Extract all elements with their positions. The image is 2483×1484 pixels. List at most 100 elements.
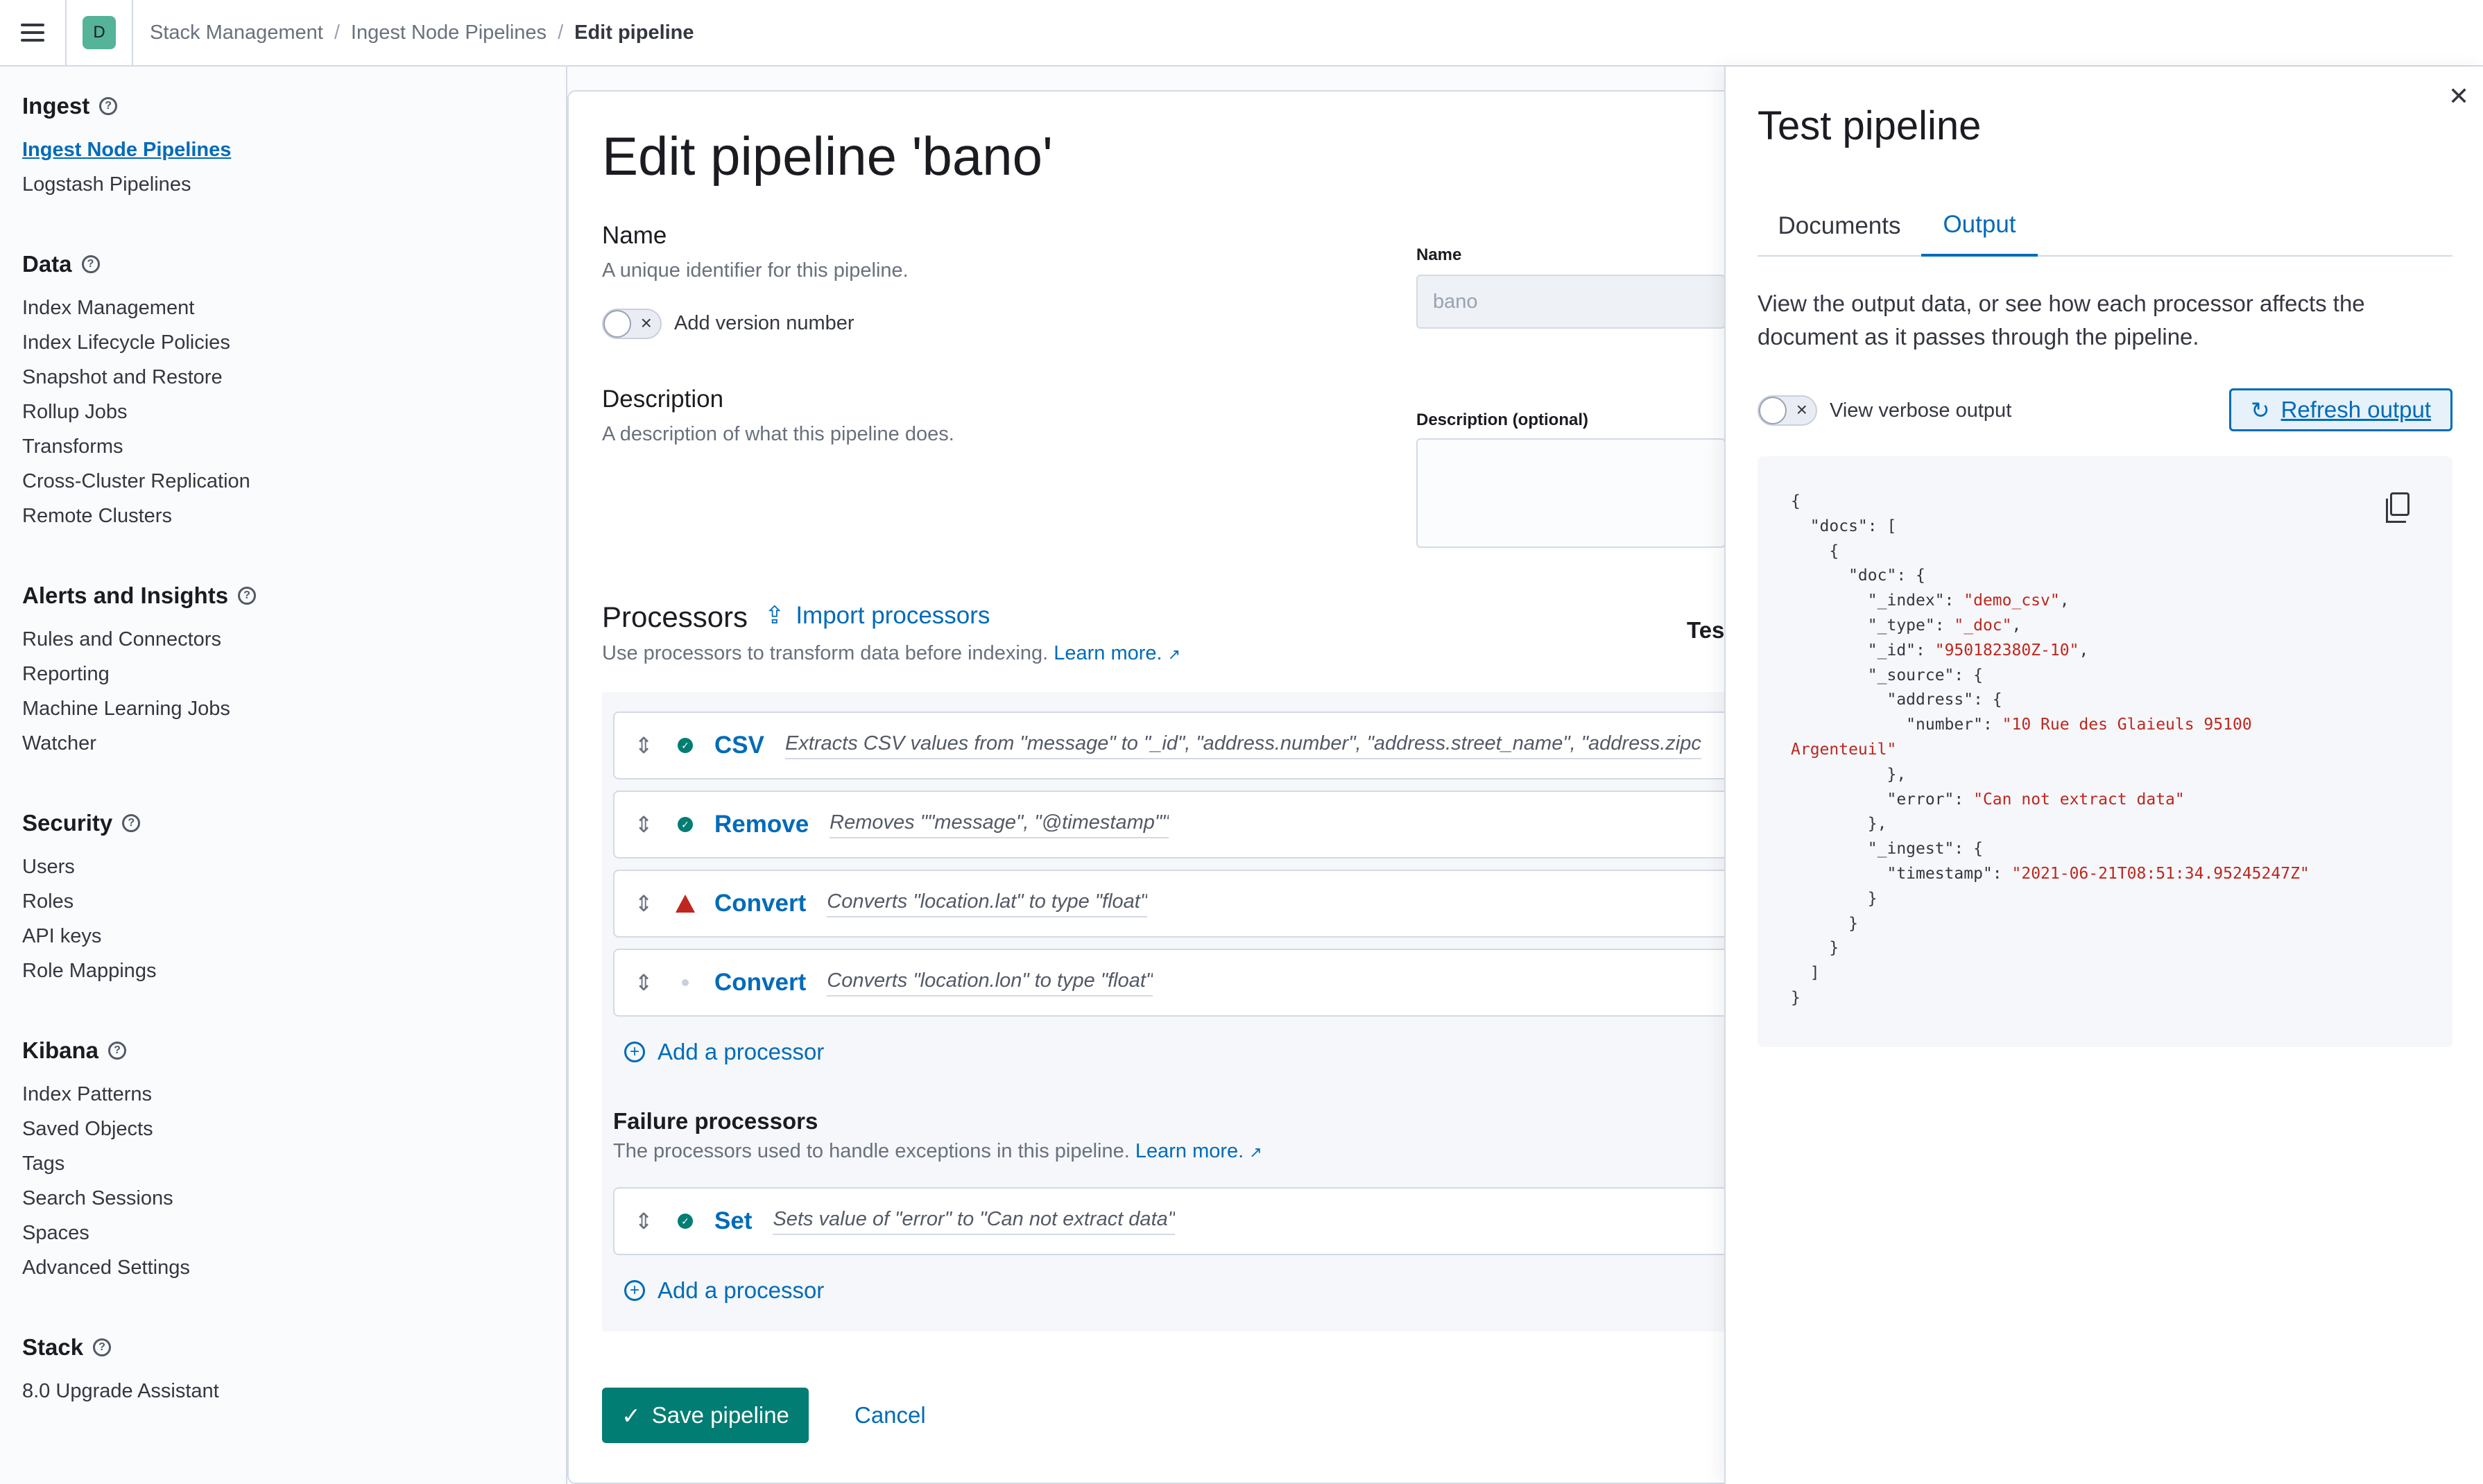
sidebar-item-spaces[interactable]: Spaces (22, 1222, 89, 1245)
space-selector[interactable]: D (67, 0, 133, 66)
toggle-off-icon: × (1796, 399, 1807, 420)
sidebar-item-roles[interactable]: Roles (22, 890, 74, 913)
tab-documents[interactable]: Documents (1758, 196, 1921, 257)
status-ok-icon: ✓ (673, 817, 698, 832)
sidebar-section-alerts-and-insights: Alerts and Insights? (22, 583, 257, 609)
help-icon[interactable]: ? (99, 97, 118, 115)
help-icon[interactable]: ? (122, 814, 141, 832)
breadcrumb-stack-management[interactable]: Stack Management (150, 21, 323, 44)
processor-row[interactable]: ⇕ Convert Converts "location.lon" to typ… (613, 949, 1737, 1017)
sidebar-item-remote-clusters[interactable]: Remote Clusters (22, 505, 172, 528)
output-json: { "docs": [ { "doc": { "_index": "demo_c… (1791, 492, 2310, 1007)
breadcrumb-ingest-node-pipelines[interactable]: Ingest Node Pipelines (351, 21, 547, 44)
output-number-value-cont: Argenteuil" (1791, 740, 1897, 759)
sidebar-item-advanced-settings[interactable]: Advanced Settings (22, 1257, 190, 1279)
verbose-output-label: View verbose output (1830, 399, 2012, 422)
sidebar-item-tags[interactable]: Tags (22, 1153, 65, 1175)
failure-description-text: The processors used to handle exceptions… (613, 1140, 1130, 1162)
sidebar-item-snapshot-and-restore[interactable]: Snapshot and Restore (22, 366, 223, 389)
sidebar-item-index-lifecycle-policies[interactable]: Index Lifecycle Policies (22, 331, 230, 354)
failure-processor-row[interactable]: ⇕ ✓ Set Sets value of "error" to "Can no… (613, 1187, 1737, 1255)
import-processors-link[interactable]: ⇪ Import processors (764, 602, 990, 630)
name-field[interactable]: bano (1416, 275, 1726, 329)
version-toggle[interactable]: × (602, 309, 662, 339)
sidebar-item-ingest-node-pipelines[interactable]: Ingest Node Pipelines (22, 139, 231, 162)
toggle-off-icon: × (640, 312, 652, 334)
processor-description[interactable]: Removes ""message", "@timestamp"" (830, 811, 1169, 838)
drag-handle-icon[interactable]: ⇕ (615, 969, 673, 996)
output-number-value: "10 Rue des Glaieuls 95100 (2002, 716, 2252, 734)
processor-description[interactable]: Extracts CSV values from "message" to "_… (784, 732, 1701, 759)
sidebar-item-api-keys[interactable]: API keys (22, 925, 101, 948)
processor-description[interactable]: Sets value of "error" to "Can not extrac… (773, 1208, 1176, 1235)
processor-name[interactable]: Remove (714, 811, 809, 838)
processor-name[interactable]: Set (714, 1207, 752, 1235)
sidebar-item-rollup-jobs[interactable]: Rollup Jobs (22, 401, 128, 424)
processor-row[interactable]: ⇕ ✓ CSV Extracts CSV values from "messag… (613, 711, 1737, 779)
drag-handle-icon[interactable]: ⇕ (615, 732, 673, 759)
description-section-title: Description (602, 386, 724, 413)
processor-name[interactable]: Convert (714, 890, 806, 917)
status-ok-icon: ✓ (673, 1214, 698, 1229)
sidebar-item-index-management[interactable]: Index Management (22, 297, 194, 320)
sidebar-item-machine-learning-jobs[interactable]: Machine Learning Jobs (22, 698, 230, 721)
processor-description[interactable]: Converts "location.lon" to type "float" (827, 969, 1153, 996)
check-icon: ✓ (621, 1402, 641, 1429)
cancel-button[interactable]: Cancel (854, 1402, 926, 1429)
sidebar-item-reporting[interactable]: Reporting (22, 663, 110, 686)
help-icon[interactable]: ? (93, 1338, 112, 1356)
processor-row[interactable]: ⇕ Convert Converts "location.lat" to typ… (613, 870, 1737, 938)
sidebar-section-kibana: Kibana? (22, 1037, 127, 1064)
sidebar-item-upgrade-assistant[interactable]: 8.0 Upgrade Assistant (22, 1380, 219, 1403)
breadcrumb-edit-pipeline: Edit pipeline (574, 21, 694, 44)
menu-icon[interactable] (0, 0, 67, 66)
version-toggle-label: Add version number (674, 312, 854, 334)
flyout-tabs: Documents Output (1758, 196, 2452, 257)
learn-more-link[interactable]: Learn more. (1054, 642, 1162, 664)
add-processor-button[interactable]: + Add a processor (624, 1039, 824, 1065)
verbose-output-toggle[interactable]: × (1758, 395, 1817, 426)
status-error-icon (673, 895, 698, 913)
drag-handle-icon[interactable]: ⇕ (615, 890, 673, 917)
sidebar-item-cross-cluster-replication[interactable]: Cross-Cluster Replication (22, 470, 250, 493)
processors-title: Processors (602, 601, 748, 633)
sidebar-item-rules-and-connectors[interactable]: Rules and Connectors (22, 628, 221, 651)
sidebar-item-watcher[interactable]: Watcher (22, 732, 96, 755)
close-icon[interactable]: ✕ (2448, 82, 2469, 111)
learn-more-link[interactable]: Learn more. (1135, 1140, 1244, 1162)
description-section-description: A description of what this pipeline does… (602, 423, 954, 445)
output-index-value: "demo_csv" (1964, 592, 2060, 610)
description-field-label: Description (optional) (1416, 411, 1588, 429)
help-icon[interactable]: ? (81, 255, 100, 273)
refresh-output-button[interactable]: ↻ Refresh output (2229, 388, 2452, 431)
drag-handle-icon[interactable]: ⇕ (615, 1208, 673, 1234)
app-root: D Stack Management / Ingest Node Pipelin… (0, 0, 2483, 1484)
processor-description[interactable]: Converts "location.lat" to type "float" (827, 890, 1148, 917)
external-link-icon: ↗ (1167, 646, 1181, 663)
sidebar-item-index-patterns[interactable]: Index Patterns (22, 1083, 152, 1106)
processors-description: Use processors to transform data before … (602, 642, 1180, 665)
sidebar-item-role-mappings[interactable]: Role Mappings (22, 960, 156, 983)
plus-circle-icon: + (624, 1042, 645, 1062)
section-title: Ingest (22, 93, 90, 119)
space-avatar[interactable]: D (83, 16, 116, 49)
processor-name[interactable]: Convert (714, 969, 806, 996)
help-icon[interactable]: ? (108, 1042, 127, 1060)
sidebar-item-search-sessions[interactable]: Search Sessions (22, 1187, 173, 1210)
drag-handle-icon[interactable]: ⇕ (615, 811, 673, 838)
sidebar-item-logstash-pipelines[interactable]: Logstash Pipelines (22, 173, 191, 196)
add-failure-processor-button[interactable]: + Add a processor (624, 1277, 824, 1304)
section-title: Alerts and Insights (22, 583, 229, 608)
copy-icon[interactable] (2386, 492, 2409, 523)
plus-circle-icon: + (624, 1280, 645, 1301)
tab-output[interactable]: Output (1921, 196, 2038, 257)
sidebar-item-transforms[interactable]: Transforms (22, 435, 123, 458)
sidebar-item-users[interactable]: Users (22, 856, 75, 879)
save-pipeline-button[interactable]: ✓ Save pipeline (602, 1388, 809, 1443)
description-field[interactable] (1416, 438, 1726, 548)
processor-name[interactable]: CSV (714, 732, 764, 759)
breadcrumb: Stack Management / Ingest Node Pipelines… (133, 21, 694, 44)
help-icon[interactable]: ? (238, 587, 257, 605)
sidebar-item-saved-objects[interactable]: Saved Objects (22, 1118, 153, 1141)
processor-row[interactable]: ⇕ ✓ Remove Removes ""message", "@timesta… (613, 791, 1737, 859)
